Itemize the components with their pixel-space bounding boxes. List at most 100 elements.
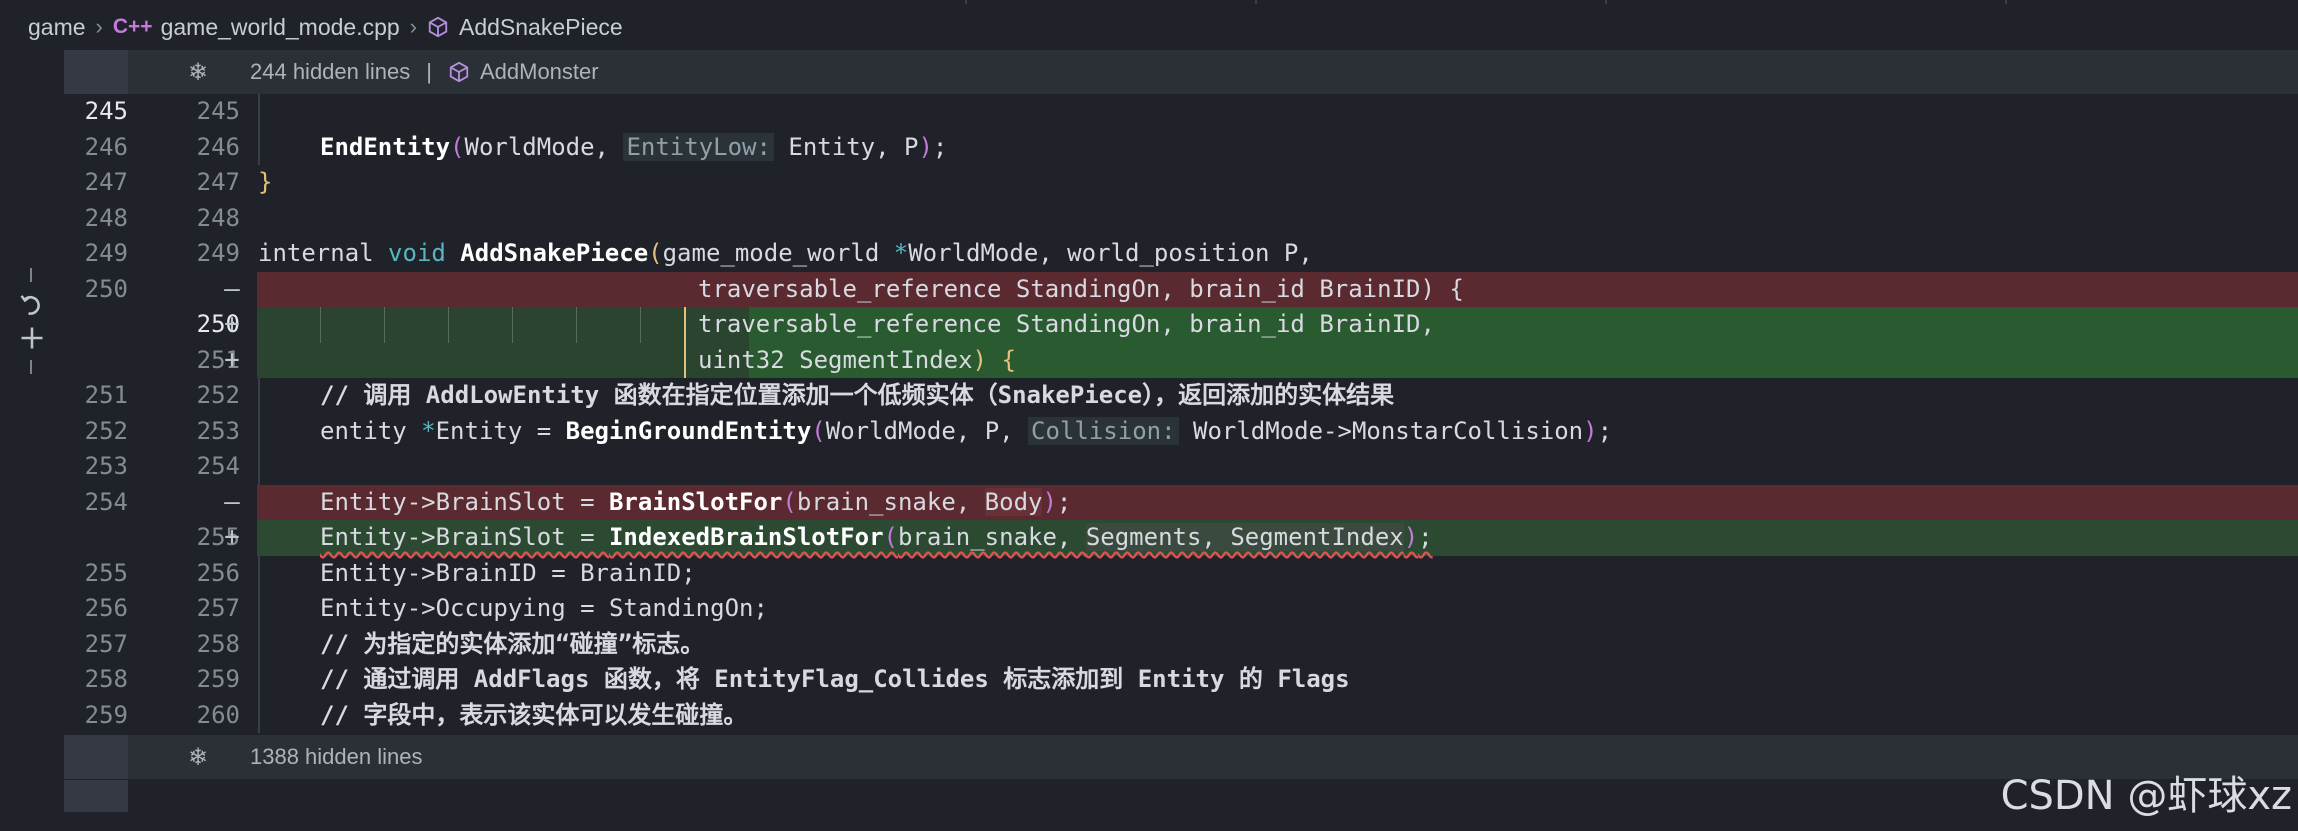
- code-line[interactable]: 245 245: [64, 94, 2298, 130]
- indent-guide: [258, 555, 260, 591]
- pointer-operator: *: [893, 239, 909, 267]
- paren: (: [648, 239, 663, 267]
- indent-guide: [258, 129, 260, 165]
- code-line[interactable]: 255 256 Entity->BrainID = BrainID;: [64, 555, 2298, 591]
- code-line[interactable]: 247 247 }: [64, 165, 2298, 201]
- paren: (: [782, 487, 797, 516]
- breadcrumb: game › C++ game_world_mode.cpp › AddSnak…: [0, 0, 2298, 54]
- added-highlight-soft: [257, 307, 749, 343]
- code-line[interactable]: 251 252 // 调用 AddLowEntity 函数在指定位置添加一个低频…: [64, 378, 2298, 414]
- code-text: uint32 SegmentIndex) {: [698, 343, 1016, 379]
- breadcrumb-symbol[interactable]: AddSnakePiece: [459, 14, 623, 41]
- paren: ): [918, 132, 933, 161]
- removed-line[interactable]: 254 — Entity->BrainSlot = BrainSlotFor(b…: [64, 484, 2298, 520]
- hidden-lines-bar-bottom[interactable]: ❄ 1388 hidden lines: [64, 735, 2298, 779]
- code-var: Entity->BrainSlot =: [320, 523, 609, 551]
- changed-word: Segments, SegmentIndex: [1085, 523, 1404, 551]
- old-line-number: 257: [84, 629, 128, 658]
- new-line-number: 253: [196, 416, 240, 445]
- code-line[interactable]: 248 248: [64, 201, 2298, 237]
- added-line[interactable]: 251 + uint32 SegmentIndex) {: [64, 342, 2298, 379]
- gutter-strip: [0, 54, 64, 831]
- new-line-number: 257: [196, 594, 240, 622]
- old-line-number: 258: [84, 665, 128, 693]
- function-name: BrainSlotFor: [608, 487, 783, 516]
- code-line[interactable]: 249 249 internal void AddSnakePiece(game…: [64, 236, 2298, 272]
- hidden-symbol-name[interactable]: AddMonster: [480, 59, 599, 85]
- hidden-lines-count[interactable]: 244 hidden lines: [250, 59, 410, 85]
- keyword: internal: [258, 239, 374, 267]
- hidden-lines-count[interactable]: 1388 hidden lines: [250, 744, 422, 770]
- unfold-icon[interactable]: ❄: [178, 743, 218, 772]
- new-line-number: 247: [196, 168, 240, 196]
- unfold-icon[interactable]: ❄: [178, 58, 218, 87]
- indent-guide: [258, 626, 260, 662]
- comment: // 调用 AddLowEntity 函数在指定位置添加一个低频实体（Snake…: [320, 381, 1395, 409]
- code-args: WorldMode, P,: [825, 416, 1029, 445]
- code-text: internal void AddSnakePiece(game_mode_wo…: [258, 236, 1313, 272]
- added-line[interactable]: 250 + traversable_reference StandingOn, …: [64, 307, 2298, 343]
- code-text: Entity->BrainID = BrainID;: [320, 558, 696, 587]
- comment: // 为指定的实体添加“碰撞”标志。: [320, 629, 705, 658]
- tab-dividers: [965, 0, 2298, 4]
- code-args: brain_snake,: [897, 523, 1086, 551]
- code-line[interactable]: 257 258 // 为指定的实体添加“碰撞”标志。: [64, 626, 2298, 662]
- old-line-number: 250: [84, 274, 128, 303]
- removed-line[interactable]: 250 — traversable_reference StandingOn, …: [64, 271, 2298, 307]
- removed-marker: —: [224, 486, 240, 517]
- code-line[interactable]: 253 254: [64, 449, 2298, 485]
- old-line-number: 249: [84, 239, 128, 267]
- diff-editor[interactable]: 245 245 246 246 EndEntity(WorldMode, Ent…: [64, 94, 2298, 734]
- code-args: game_mode_world: [662, 239, 894, 267]
- code-text: entity *Entity = BeginGroundEntity(World…: [320, 414, 1612, 450]
- paren: (: [883, 523, 898, 551]
- code-line[interactable]: 252 253 entity *Entity = BeginGroundEnti…: [64, 413, 2298, 450]
- code-line[interactable]: 256 257 Entity->Occupying = StandingOn;: [64, 591, 2298, 627]
- old-line-number: 253: [84, 452, 128, 480]
- code-args: brain_snake,: [796, 487, 985, 516]
- inlay-hint: EntityLow:: [623, 132, 774, 161]
- indent-guide: [258, 449, 260, 485]
- new-line-number: 260: [196, 700, 240, 729]
- old-line-number: 247: [84, 168, 128, 196]
- paren: ): [1403, 523, 1419, 551]
- changed-word: Body: [984, 487, 1043, 516]
- old-line-number: [64, 520, 128, 556]
- breadcrumb-folder[interactable]: game: [28, 14, 86, 41]
- cube-icon: [428, 16, 448, 38]
- new-line-number: 249: [196, 239, 240, 267]
- code-line[interactable]: 259 260 // 字段中，表示该实体可以发生碰撞。: [64, 697, 2298, 733]
- semicolon: ;: [932, 132, 948, 161]
- indent-guide: [258, 591, 260, 627]
- plus-icon[interactable]: [18, 324, 46, 352]
- bracket-guide: [684, 307, 686, 343]
- fold-gutter: [64, 735, 128, 779]
- hidden-lines-bar-top[interactable]: ❄ 244 hidden lines | AddMonster: [64, 50, 2298, 94]
- diff-hunk-controls: [16, 268, 50, 378]
- semicolon: ;: [1418, 523, 1433, 551]
- indent-guide: [258, 697, 260, 733]
- indent-guide: [448, 307, 449, 343]
- indent-guide: [258, 378, 260, 414]
- indent-guide: [512, 307, 513, 343]
- scroll-gutter: [64, 780, 128, 812]
- paren: (: [811, 416, 826, 445]
- code-args: WorldMode->MonstarCollision: [1178, 416, 1584, 445]
- pointer-operator: *: [421, 416, 436, 445]
- added-marker: +: [224, 344, 240, 375]
- old-line-number: 252: [84, 416, 128, 445]
- revert-icon[interactable]: [18, 290, 46, 318]
- new-line-number: 248: [196, 203, 240, 232]
- paren: ): [1583, 416, 1598, 445]
- breadcrumb-file[interactable]: game_world_mode.cpp: [161, 14, 400, 41]
- comment: // 通过调用 AddFlags 函数，将 EntityFlag_Collide…: [320, 665, 1350, 693]
- added-line[interactable]: 255 + Entity->BrainSlot = IndexedBrainSl…: [64, 520, 2298, 556]
- chevron-right-icon: ›: [409, 14, 417, 39]
- code-args: Entity, P: [773, 132, 919, 161]
- new-line-number: 245: [196, 97, 240, 125]
- code-line[interactable]: 258 259 // 通过调用 AddFlags 函数，将 EntityFlag…: [64, 662, 2298, 698]
- code-line[interactable]: 246 246 EndEntity(WorldMode, EntityLow: …: [64, 129, 2298, 165]
- new-line-number: 246: [196, 132, 240, 161]
- indent-guide: [258, 413, 260, 449]
- new-line-number: 252: [196, 381, 240, 409]
